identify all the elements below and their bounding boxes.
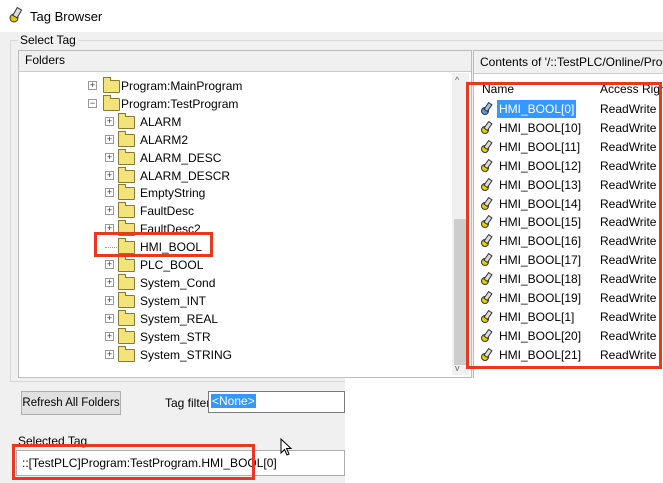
tree-item[interactable]: + PLC_BOOL [19, 256, 439, 274]
folder-icon [118, 291, 135, 308]
refresh-all-folders-button[interactable]: Refresh All Folders [21, 391, 121, 415]
tree-item[interactable]: + Program:MainProgram [19, 77, 439, 95]
tree-item-label: ALARM_DESCR [140, 168, 231, 183]
tree-item[interactable]: − Program:TestProgram [19, 94, 439, 113]
tree-item[interactable]: + ALARM_DESCR [19, 166, 439, 185]
contents-path: Contents of '/::TestPLC/Online/Progra [480, 55, 663, 69]
folder-icon [118, 327, 135, 344]
tree-item-label: Program:MainProgram [121, 79, 243, 93]
expand-icon[interactable]: + [105, 331, 114, 341]
tree-item[interactable]: HMI_BOOL [19, 238, 439, 256]
tree-item-label: System_INT [140, 293, 207, 308]
tree-item-label: ALARM [140, 114, 182, 129]
folder-icon [118, 184, 135, 201]
select-tag-label: Select Tag [18, 33, 78, 47]
folder-icon [118, 130, 135, 147]
expand-icon[interactable]: + [105, 188, 114, 198]
expand-icon[interactable]: + [88, 81, 97, 90]
tree-item-label: System_REAL [140, 311, 219, 326]
folder-icon [118, 112, 135, 129]
tree-item-label: FaultDesc [140, 204, 195, 219]
folders-tree[interactable]: Folders + Program:MainProgram − Program:Tes… [18, 50, 472, 378]
highlight-hmi-bool-folder [94, 232, 213, 257]
tag-filter-label: Tag filter: [165, 396, 214, 410]
tree-item-label: System_STRING [140, 347, 233, 362]
expand-icon[interactable]: + [105, 349, 114, 359]
expand-icon[interactable]: + [105, 152, 114, 162]
tag-filter-input[interactable]: <None> [208, 391, 345, 413]
tree-item[interactable]: + EmptyString [19, 184, 439, 202]
folder-icon [118, 309, 135, 326]
scroll-down-icon[interactable]: v [455, 363, 460, 373]
folder-icon [118, 202, 135, 219]
highlight-selected-tag [12, 444, 255, 480]
tree-item[interactable]: + FaultDesc2 [19, 220, 439, 238]
tag-filter-value: <None> [211, 394, 256, 408]
collapse-icon[interactable]: − [88, 98, 97, 108]
contents-header: Contents of '/::TestPLC/Online/Progra [474, 51, 663, 74]
expand-icon[interactable]: + [105, 206, 114, 216]
folder-icon [118, 345, 135, 362]
expand-icon[interactable]: + [105, 116, 114, 126]
folders-header-label: Folders [25, 53, 66, 67]
expand-icon[interactable]: + [105, 277, 114, 287]
tree-item[interactable]: + System_STRING [19, 345, 439, 364]
tree-item-label: ALARM_DESC [140, 150, 222, 165]
window-title: Tag Browser [30, 9, 103, 24]
tree-item[interactable]: + ALARM [19, 112, 439, 131]
folder-icon [118, 256, 135, 272]
folder-icon [118, 166, 135, 183]
tree-item[interactable]: + ALARM2 [19, 130, 439, 149]
expand-icon[interactable]: + [105, 170, 114, 180]
folder-icon [118, 273, 135, 290]
expand-icon[interactable]: + [105, 313, 114, 323]
tree-item[interactable]: + System_REAL [19, 309, 439, 328]
expand-icon[interactable]: + [105, 295, 114, 305]
blank-area [345, 378, 663, 483]
mouse-cursor-icon [280, 438, 293, 456]
tree-item[interactable]: + System_STR [19, 327, 439, 346]
folder-icon [103, 77, 120, 93]
tree-item-label: PLC_BOOL [140, 258, 204, 272]
tree-item-label: ALARM2 [140, 132, 189, 147]
folders-header: Folders [19, 51, 471, 72]
tree-item[interactable]: + System_INT [19, 291, 439, 310]
expand-icon[interactable]: + [105, 134, 114, 144]
tree-item-label: Program:TestProgram [121, 96, 239, 111]
highlight-contents [466, 82, 662, 369]
title-bar: Tag Browser [0, 0, 663, 32]
tree-item-label: EmptyString [140, 186, 206, 201]
tree-item-label: System_Cond [140, 275, 216, 290]
tree-item[interactable]: + ALARM_DESC [19, 148, 439, 167]
tree-item-label: System_STR [140, 329, 211, 344]
folder-icon [103, 94, 120, 111]
tree-item[interactable]: + System_Cond [19, 273, 439, 292]
expand-icon[interactable]: + [105, 260, 114, 269]
tag-browser-icon [9, 6, 23, 23]
tree-item[interactable]: + FaultDesc [19, 202, 439, 220]
scroll-up-icon[interactable]: ^ [455, 75, 459, 85]
folder-icon [118, 148, 135, 165]
